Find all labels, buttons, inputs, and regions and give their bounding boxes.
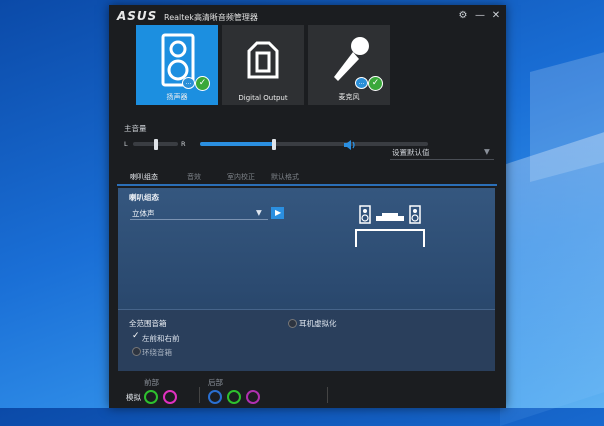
tab-default-format[interactable]: 默认格式 (271, 172, 299, 182)
device-label: Digital Output (238, 94, 288, 102)
tab-bar: 喇叭组态 音效 室内校正 默认格式 (117, 170, 497, 186)
audio-jack-icon[interactable] (246, 390, 260, 404)
balance-slider-thumb[interactable] (153, 139, 158, 150)
play-button[interactable]: ▶ (271, 207, 284, 219)
full-range-section: 全范围音箱 ✓ 左前和右前 环绕音箱 耳机虚拟化 (118, 309, 495, 372)
volume-slider-fill (200, 142, 274, 146)
tab-speaker-config[interactable]: 喇叭组态 (130, 172, 158, 182)
tab-room-correction[interactable]: 室内校正 (227, 172, 255, 182)
chat-bubble-icon: … (182, 77, 195, 89)
virtualization-label: 耳机虚拟化 (299, 319, 337, 328)
device-label: 麦克风 (338, 93, 360, 101)
audio-jack-icon[interactable] (163, 390, 177, 404)
jack-status-footer: 模拟 前部 后部 (109, 371, 506, 408)
checkbox-surround[interactable] (132, 347, 141, 356)
checkbox-front-left-right[interactable]: ✓ (132, 332, 140, 341)
speaker-volume-icon[interactable] (343, 139, 357, 151)
gear-icon[interactable]: ⚙ (457, 10, 469, 22)
default-device-select[interactable]: 设置默认值 ▼ (390, 147, 494, 160)
device-tile-digital-output[interactable]: Digital Output (222, 25, 304, 105)
check-icon: ✓ (195, 76, 210, 91)
option-label: 左前和右前 (142, 334, 180, 343)
checkbox-headphone-virtualization[interactable] (288, 319, 297, 328)
audio-jack-icon[interactable] (227, 390, 241, 404)
audio-jack-icon[interactable] (144, 390, 158, 404)
divider (199, 387, 200, 403)
speaker-config-value: 立体声 (132, 209, 155, 218)
rear-label: 后部 (208, 378, 223, 387)
realtek-audio-manager-window: ASUS Realtek高清晰音频管理器 ⚙ — ✕ … ✓ 扬声器 Digit… (109, 5, 506, 408)
digital-output-icon (247, 41, 279, 79)
check-icon: ✓ (368, 76, 383, 91)
balance-left-label: L (124, 140, 128, 148)
front-label: 前部 (144, 378, 159, 387)
chevron-down-icon: ▼ (256, 208, 262, 217)
master-volume-label: 主音量 (124, 124, 147, 133)
tab-sound-effects[interactable]: 音效 (187, 172, 201, 182)
device-tile-speakers[interactable]: … ✓ 扬声器 (136, 25, 218, 105)
option-label: 环绕音箱 (142, 348, 172, 357)
title-bar[interactable]: ASUS Realtek高清晰音频管理器 ⚙ — ✕ (109, 5, 506, 27)
device-tile-microphone[interactable]: … ✓ 麦克风 (308, 25, 390, 105)
analog-label: 模拟 (126, 393, 141, 402)
chat-bubble-icon: … (355, 77, 368, 89)
chevron-down-icon: ▼ (484, 147, 490, 156)
microphone-icon (334, 37, 369, 81)
balance-right-label: R (181, 140, 186, 148)
minimize-icon[interactable]: — (474, 10, 486, 22)
device-label: 扬声器 (166, 93, 188, 101)
speaker-config-panel: 喇叭组态 立体声 ▼ ▶ 全范围音箱 ✓ 左前和右前 环绕音箱 耳机虚拟化 (118, 188, 495, 372)
speaker-layout-illustration (355, 205, 425, 247)
desktop-windows-logo (500, 114, 604, 426)
full-range-heading: 全范围音箱 (129, 319, 167, 328)
divider (327, 387, 328, 403)
speaker-config-select[interactable]: 立体声 ▼ (130, 207, 268, 220)
audio-jack-icon[interactable] (208, 390, 222, 404)
asus-logo: ASUS (117, 9, 158, 23)
app-title: Realtek高清晰音频管理器 (164, 13, 258, 22)
default-device-label: 设置默认值 (392, 148, 430, 157)
volume-slider-thumb[interactable] (271, 139, 276, 150)
config-heading: 喇叭组态 (129, 193, 159, 202)
close-icon[interactable]: ✕ (490, 10, 502, 22)
play-icon: ▶ (275, 208, 282, 217)
